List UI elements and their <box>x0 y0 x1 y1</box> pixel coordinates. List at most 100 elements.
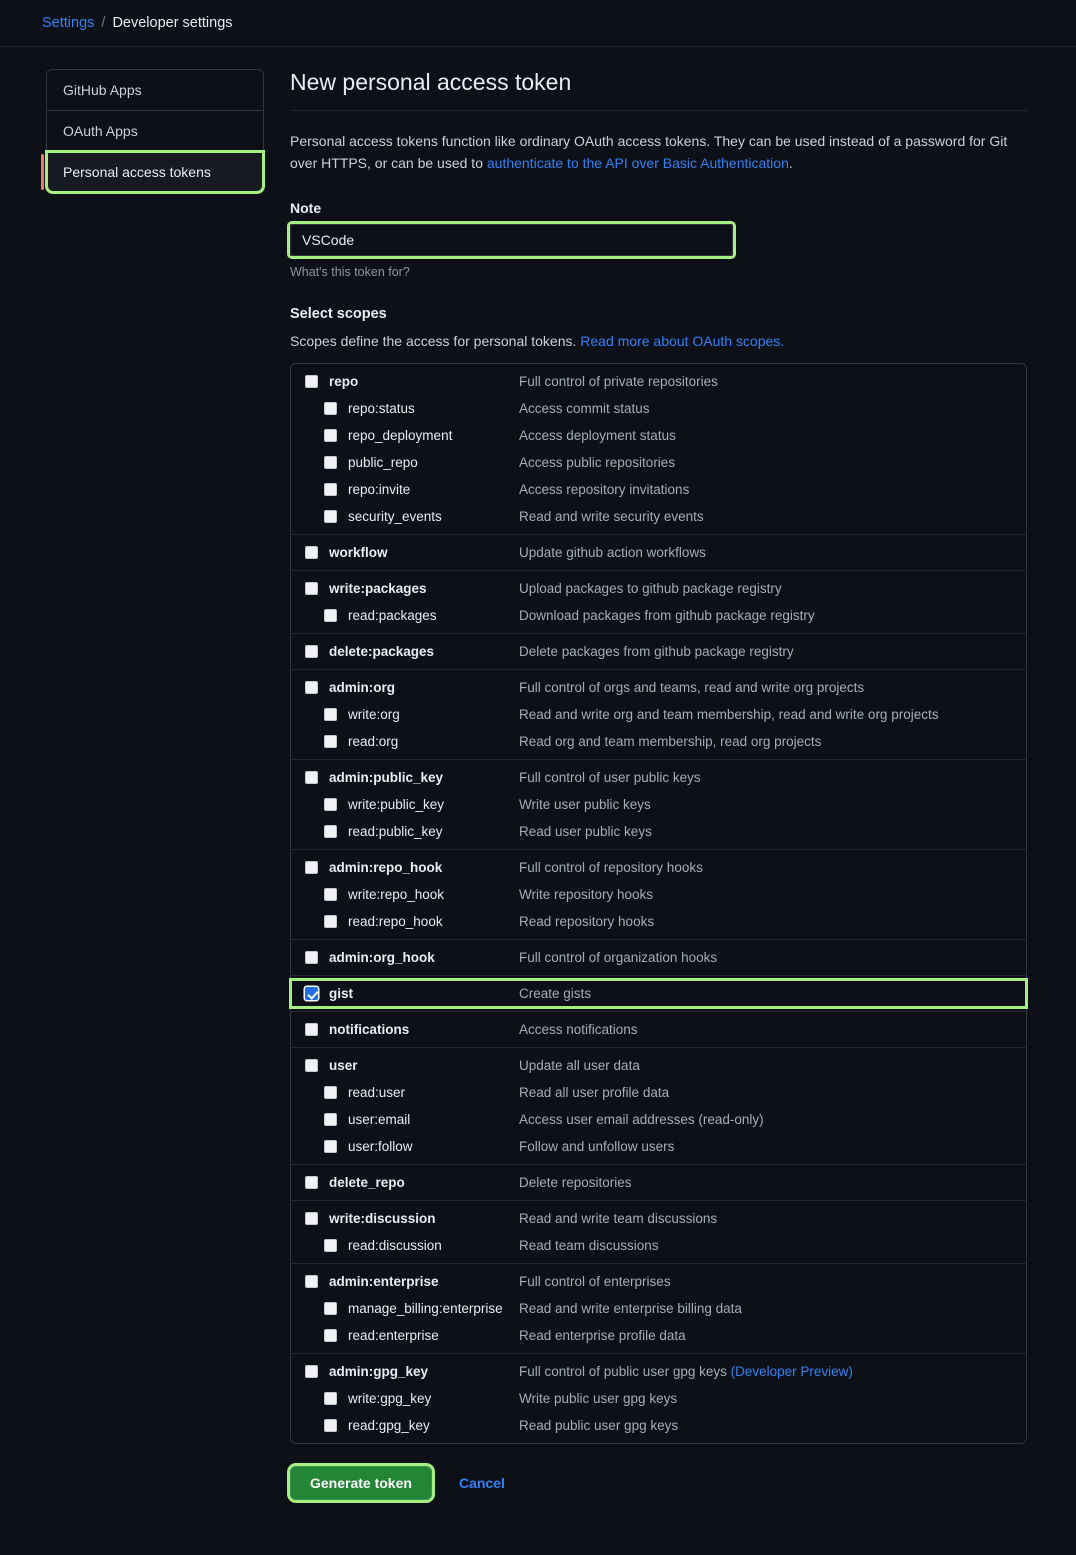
scope-row[interactable]: write:discussion Read and write team disc… <box>291 1205 1026 1232</box>
scope-row[interactable]: repo_deployment Access deployment status <box>291 422 1026 449</box>
generate-token-button[interactable]: Generate token <box>290 1466 432 1501</box>
checkbox-read-packages[interactable] <box>324 609 337 623</box>
scope-row[interactable]: read:packages Download packages from gith… <box>291 602 1026 629</box>
scope-row[interactable]: write:packages Upload packages to github … <box>291 575 1026 602</box>
scope-label: read:discussion <box>348 1238 442 1254</box>
scope-row[interactable]: repo:status Access commit status <box>291 395 1026 422</box>
oauth-scopes-link[interactable]: Read more about OAuth scopes. <box>580 333 784 349</box>
checkbox-repo-status[interactable] <box>324 402 337 416</box>
scope-row[interactable]: read:repo_hook Read repository hooks <box>291 908 1026 935</box>
scope-row[interactable]: notifications Access notifications <box>291 1016 1026 1043</box>
scope-name-cell: read:org <box>305 734 519 749</box>
checkbox-security-events[interactable] <box>324 510 337 524</box>
scope-description-text: Read team discussions <box>519 1238 659 1254</box>
checkbox-write-discussion[interactable] <box>305 1212 318 1226</box>
checkbox-notifications[interactable] <box>305 1023 318 1037</box>
scope-name-cell: security_events <box>305 509 519 524</box>
checkbox-delete-packages[interactable] <box>305 645 318 659</box>
scope-row[interactable]: user Update all user data <box>291 1052 1026 1079</box>
scope-row[interactable]: write:repo_hook Write repository hooks <box>291 881 1026 908</box>
checkbox-admin-repo-hook[interactable] <box>305 861 318 875</box>
scope-row[interactable]: manage_billing:enterprise Read and write … <box>291 1295 1026 1322</box>
scope-name-cell: user <box>305 1058 519 1073</box>
sidebar-item-oauth-apps[interactable]: OAuth Apps <box>47 111 263 152</box>
breadcrumb-settings-link[interactable]: Settings <box>42 15 94 31</box>
basic-auth-link[interactable]: authenticate to the API over Basic Authe… <box>487 155 789 171</box>
checkbox-delete-repo[interactable] <box>305 1176 318 1190</box>
checkbox-admin-public-key[interactable] <box>305 771 318 785</box>
page-layout: GitHub Apps OAuth Apps Personal access tok… <box>0 47 1076 1504</box>
scope-row[interactable]: repo:invite Access repository invitations <box>291 476 1026 503</box>
scope-row[interactable]: delete_repo Delete repositories <box>291 1169 1026 1196</box>
checkbox-read-org[interactable] <box>324 735 337 749</box>
scope-description-text: Update all user data <box>519 1058 640 1074</box>
scope-label: admin:enterprise <box>329 1274 439 1290</box>
scope-description: Access commit status <box>519 401 650 416</box>
scope-row[interactable]: read:discussion Read team discussions <box>291 1232 1026 1259</box>
checkbox-repo[interactable] <box>305 375 318 389</box>
scope-description: Update github action workflows <box>519 545 706 560</box>
checkbox-workflow[interactable] <box>305 546 318 560</box>
scope-description-text: Read and write org and team membership, … <box>519 707 939 723</box>
scope-description-text: Read user public keys <box>519 824 652 840</box>
scope-label: user:email <box>348 1112 411 1128</box>
checkbox-write-repo-hook[interactable] <box>324 888 337 902</box>
checkbox-user-follow[interactable] <box>324 1140 337 1154</box>
scopes-description-text: Scopes define the access for personal to… <box>290 333 581 350</box>
note-label: Note <box>290 200 322 217</box>
scope-row[interactable]: security_events Read and write security e… <box>291 503 1026 530</box>
scope-row[interactable]: admin:org_hook Full control of organizati… <box>291 944 1026 971</box>
scope-row[interactable]: user:email Access user email addresses (r… <box>291 1106 1026 1133</box>
scope-row[interactable]: read:org Read org and team membership, re… <box>291 728 1026 755</box>
scope-row[interactable]: admin:gpg_key Full control of public user… <box>291 1358 1026 1385</box>
checkbox-admin-org[interactable] <box>305 681 318 695</box>
scope-row[interactable]: workflow Update github action workflows <box>291 539 1026 566</box>
scope-row[interactable]: user:follow Follow and unfollow users <box>291 1133 1026 1160</box>
scope-description: Read user public keys <box>519 824 652 839</box>
scope-row[interactable]: delete:packages Delete packages from gith… <box>291 638 1026 665</box>
checkbox-read-user[interactable] <box>324 1086 337 1100</box>
checkbox-read-enterprise[interactable] <box>324 1329 337 1343</box>
checkbox-admin-enterprise[interactable] <box>305 1275 318 1289</box>
scope-row[interactable]: read:enterprise Read enterprise profile d… <box>291 1322 1026 1349</box>
checkbox-admin-org-hook[interactable] <box>305 951 318 965</box>
checkbox-read-gpg-key[interactable] <box>324 1419 337 1433</box>
scope-row[interactable]: public_repo Access public repositories <box>291 449 1026 476</box>
checkbox-public-repo[interactable] <box>324 456 337 470</box>
checkbox-manage-billing-enterprise[interactable] <box>324 1302 337 1316</box>
scope-row[interactable]: admin:enterprise Full control of enterpri… <box>291 1268 1026 1295</box>
cancel-link[interactable]: Cancel <box>459 1475 505 1491</box>
checkbox-write-gpg-key[interactable] <box>324 1392 337 1406</box>
checkbox-user-email[interactable] <box>324 1113 337 1127</box>
scope-row[interactable]: admin:org Full control of orgs and teams,… <box>291 674 1026 701</box>
developer-preview-link[interactable]: (Developer Preview) <box>731 1364 853 1379</box>
scope-row[interactable]: gist Create gists <box>289 978 1028 1010</box>
checkbox-read-repo-hook[interactable] <box>324 915 337 929</box>
checkbox-read-discussion[interactable] <box>324 1239 337 1253</box>
checkbox-admin-gpg-key[interactable] <box>305 1365 318 1379</box>
checkbox-repo-invite[interactable] <box>324 483 337 497</box>
scope-name-cell: admin:gpg_key <box>305 1364 519 1379</box>
checkbox-write-public-key[interactable] <box>324 798 337 812</box>
scope-row[interactable]: repo Full control of private repositories <box>291 368 1026 395</box>
checkbox-gist[interactable] <box>305 987 318 1001</box>
scope-row[interactable]: write:public_key Write user public keys <box>291 791 1026 818</box>
checkbox-write-org[interactable] <box>324 708 337 722</box>
scope-row[interactable]: read:public_key Read user public keys <box>291 818 1026 845</box>
checkbox-repo-deployment[interactable] <box>324 429 337 443</box>
scope-row[interactable]: write:org Read and write org and team mem… <box>291 701 1026 728</box>
checkbox-read-public-key[interactable] <box>324 825 337 839</box>
scope-row[interactable]: admin:public_key Full control of user pub… <box>291 764 1026 791</box>
scope-row[interactable]: write:gpg_key Write public user gpg keys <box>291 1385 1026 1412</box>
sidebar-item-github-apps[interactable]: GitHub Apps <box>47 70 263 111</box>
scope-row[interactable]: read:gpg_key Read public user gpg keys <box>291 1412 1026 1439</box>
scope-row[interactable]: read:user Read all user profile data <box>291 1079 1026 1106</box>
scope-name-cell: read:gpg_key <box>305 1418 519 1433</box>
sidebar-item-personal-access-tokens[interactable]: Personal access tokens <box>41 150 265 194</box>
note-input[interactable] <box>290 224 733 257</box>
sidebar-item-label: GitHub Apps <box>63 82 142 98</box>
scope-label: workflow <box>329 545 388 561</box>
checkbox-write-packages[interactable] <box>305 582 318 596</box>
checkbox-user[interactable] <box>305 1059 318 1073</box>
scope-row[interactable]: admin:repo_hook Full control of repositor… <box>291 854 1026 881</box>
